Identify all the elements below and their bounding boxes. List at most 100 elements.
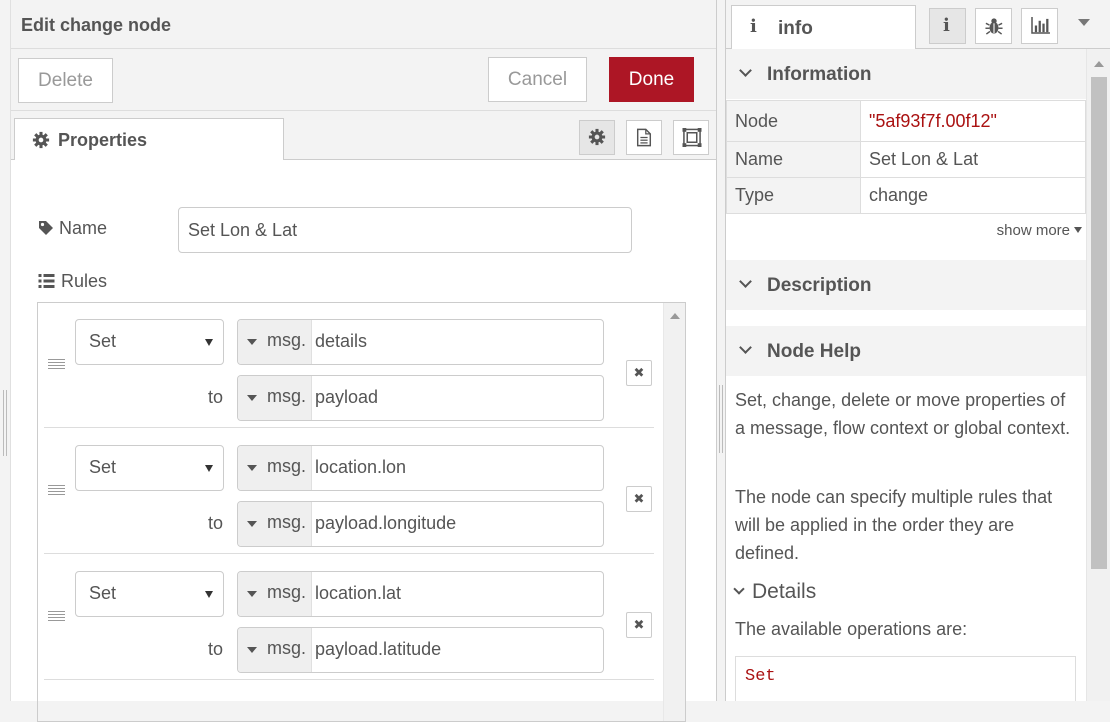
info-key: Node — [726, 100, 861, 142]
to-label: to — [208, 387, 224, 407]
done-button[interactable]: Done — [609, 57, 694, 102]
remove-rule-button[interactable]: ✖ — [626, 486, 652, 512]
sidebar-scrollbar[interactable] — [1086, 49, 1110, 701]
msg-prefix: msg. — [267, 386, 307, 406]
help-paragraph: The available operations are: — [735, 619, 968, 639]
caret-down-icon — [205, 591, 213, 598]
show-more-link[interactable]: show more — [997, 222, 1082, 239]
list-icon — [38, 274, 55, 288]
cancel-button[interactable]: Cancel — [488, 57, 587, 102]
details-heading[interactable]: Details — [733, 580, 817, 604]
chevron-down-icon — [733, 583, 745, 595]
table-row: Type change — [726, 177, 1086, 214]
rule-source-input[interactable]: msg. payload.latitude — [237, 627, 604, 673]
rule-source-input[interactable]: msg. payload.longitude — [237, 501, 604, 547]
drag-handle-icon[interactable] — [48, 611, 65, 623]
help-paragraph: Set, change, delete or move properties o… — [735, 390, 1071, 438]
tab-info[interactable]: i info — [731, 5, 916, 50]
tab-appearance-button[interactable] — [673, 120, 709, 155]
info-key: Type — [726, 177, 861, 214]
caret-down-icon — [247, 395, 257, 401]
sidebar-menu-caret-icon[interactable] — [1078, 19, 1090, 26]
name-label-text: Name — [59, 218, 108, 238]
information-section-title: Information — [767, 64, 872, 85]
remove-icon: ✖ — [633, 365, 645, 380]
type-select-button[interactable]: msg. — [238, 376, 312, 420]
scroll-thumb[interactable] — [1091, 77, 1107, 569]
type-select-button[interactable]: msg. — [238, 628, 312, 672]
rule-source-value: payload.longitude — [315, 513, 457, 533]
scroll-up-icon[interactable] — [670, 313, 680, 319]
tray-resize-handle[interactable] — [0, 0, 11, 701]
type-select-button[interactable]: msg. — [238, 502, 312, 546]
debug-tab-button[interactable] — [975, 8, 1012, 44]
tab-settings-button[interactable] — [579, 120, 615, 155]
tag-icon — [39, 221, 53, 235]
remove-rule-button[interactable]: ✖ — [626, 360, 652, 386]
rule-source-value: payload — [315, 387, 379, 407]
sidebar-divider[interactable] — [716, 0, 726, 701]
remove-rule-button[interactable]: ✖ — [626, 612, 652, 638]
rule-action-value: Set — [89, 331, 117, 351]
details-heading-text: Details — [752, 580, 817, 603]
drag-handle-icon[interactable] — [48, 485, 65, 497]
rule-action-select[interactable]: Set — [75, 571, 224, 617]
dashboard-tab-button[interactable] — [1021, 8, 1058, 44]
tab-description-button[interactable] — [626, 120, 662, 155]
delete-button[interactable]: Delete — [18, 58, 113, 103]
msg-prefix: msg. — [267, 330, 307, 350]
info-icon: i — [750, 16, 757, 37]
type-select-button[interactable]: msg. — [238, 320, 312, 364]
chevron-down-icon — [739, 275, 752, 288]
tray-tabs: Properties — [11, 111, 716, 161]
node-id-value: "5af93f7f.00f12" — [860, 100, 1086, 142]
caret-down-icon — [1074, 227, 1082, 233]
info-tab-button[interactable]: i — [929, 8, 966, 44]
description-body — [726, 310, 1086, 326]
to-label: to — [208, 513, 224, 533]
description-section-header[interactable]: Description — [726, 260, 1086, 310]
rule-action-value: Set — [89, 583, 117, 603]
remove-icon: ✖ — [633, 491, 645, 506]
info-value: Set Lon & Lat — [860, 141, 1086, 178]
info-content: Information Node "5af93f7f.00f12" Name S… — [726, 49, 1086, 701]
rule-target-input[interactable]: msg. details — [237, 319, 604, 365]
node-help-section-header[interactable]: Node Help — [726, 326, 1086, 376]
drag-handle-icon[interactable] — [48, 359, 65, 371]
caret-down-icon — [247, 339, 257, 345]
bar-chart-icon — [1031, 17, 1050, 34]
cog-icon — [588, 128, 606, 146]
file-text-icon — [636, 128, 652, 147]
to-label: to — [208, 639, 224, 659]
cog-icon — [32, 131, 50, 149]
object-ungroup-icon — [682, 128, 702, 147]
rules-list: Set msg. details to msg. payload ✖ Set m… — [37, 302, 686, 722]
msg-prefix: msg. — [267, 456, 307, 476]
scroll-up-icon[interactable] — [1094, 61, 1104, 67]
bug-icon — [985, 18, 1003, 35]
node-info-table: Node "5af93f7f.00f12" Name Set Lon & Lat… — [726, 100, 1086, 214]
msg-prefix: msg. — [267, 512, 307, 532]
remove-icon: ✖ — [633, 617, 645, 632]
caret-down-icon — [247, 521, 257, 527]
rules-scrollbar[interactable] — [663, 303, 685, 721]
rules-label: Rules — [38, 271, 107, 292]
type-select-button[interactable]: msg. — [238, 446, 312, 490]
rule-action-select[interactable]: Set — [75, 445, 224, 491]
rule-target-input[interactable]: msg. location.lat — [237, 571, 604, 617]
caret-down-icon — [205, 465, 213, 472]
table-row: Node "5af93f7f.00f12" — [726, 100, 1086, 142]
node-help-section-title: Node Help — [767, 341, 861, 362]
info-value: change — [860, 177, 1086, 214]
sidebar-tabs: i info i — [726, 0, 1110, 50]
rule-source-input[interactable]: msg. payload — [237, 375, 604, 421]
tray-title: Edit change node — [21, 15, 172, 35]
name-input[interactable]: Set Lon & Lat — [178, 207, 632, 253]
rule-target-input[interactable]: msg. location.lon — [237, 445, 604, 491]
help-paragraph: The node can specify multiple rules that… — [735, 487, 1053, 563]
information-section-header[interactable]: Information — [726, 49, 1086, 99]
rule-action-select[interactable]: Set — [75, 319, 224, 365]
type-select-button[interactable]: msg. — [238, 572, 312, 616]
caret-down-icon — [247, 591, 257, 597]
tab-properties[interactable]: Properties — [14, 118, 284, 161]
